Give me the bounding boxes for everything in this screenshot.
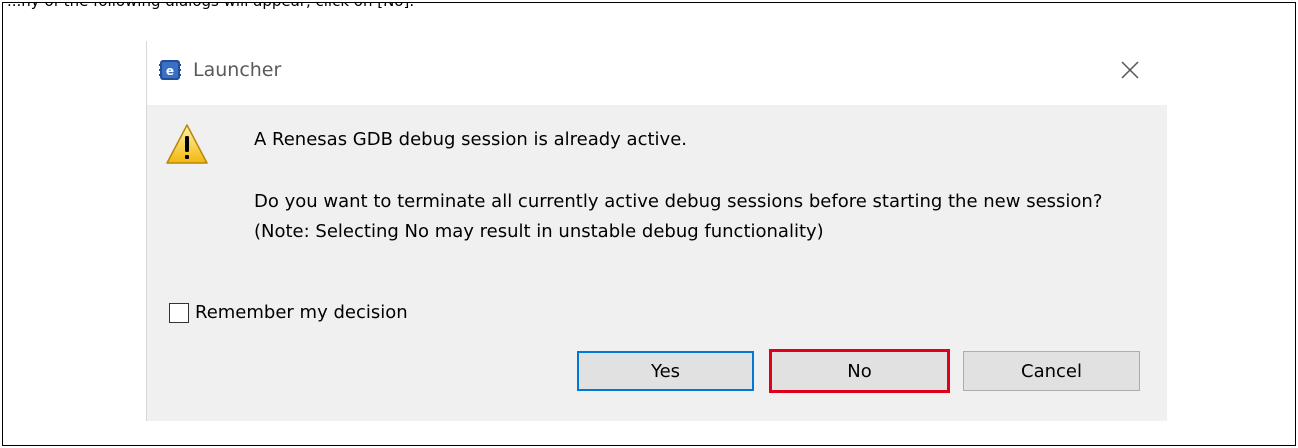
message-secondary: Do you want to terminate all currently a… [254,191,1103,242]
launcher-dialog: e Launcher A Renesas GDB debug session i… [146,41,1167,421]
close-icon[interactable] [1117,57,1143,83]
caption-fragment: ...ny of the following dialogs will appe… [7,3,414,10]
message-primary: A Renesas GDB debug session is already a… [254,129,687,150]
dialog-title: Launcher [193,59,282,81]
remember-decision[interactable]: Remember my decision [169,302,408,323]
e2-studio-icon: e [159,60,181,80]
warning-icon [166,124,208,164]
remember-label: Remember my decision [195,302,408,323]
no-button[interactable]: No [769,349,950,393]
svg-text:e: e [166,64,174,78]
dialog-content: A Renesas GDB debug session is already a… [147,105,1167,421]
yes-button[interactable]: Yes [577,351,754,391]
document-frame: ...ny of the following dialogs will appe… [2,2,1296,446]
remember-checkbox[interactable] [169,302,189,323]
cancel-button[interactable]: Cancel [963,351,1140,391]
dialog-titlebar: e Launcher [147,41,1167,105]
